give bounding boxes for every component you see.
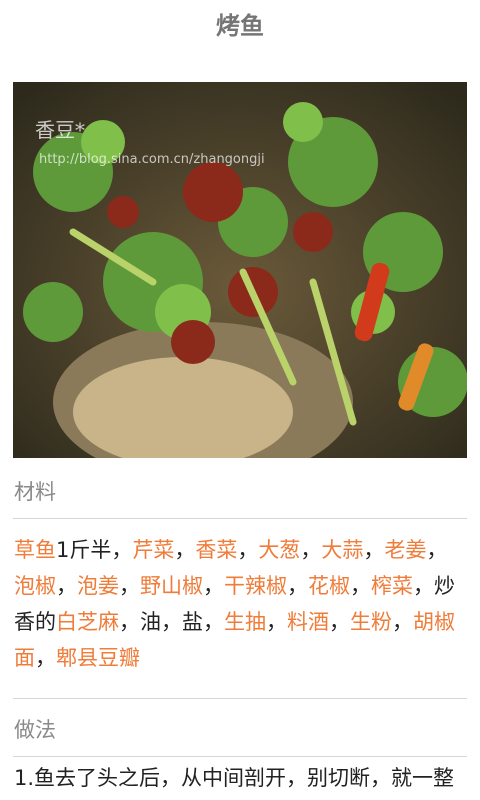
ingredient-text: ， (119, 574, 140, 598)
ingredient-text: ， (392, 610, 413, 634)
ingredient-text: ， (203, 574, 224, 598)
divider (13, 756, 467, 757)
ingredient-text: ， (237, 538, 259, 562)
ingredient-link[interactable]: 草鱼 (14, 538, 56, 562)
ingredient-link[interactable]: 白芝麻 (56, 610, 119, 634)
ingredient-text: ， (35, 646, 56, 670)
ingredient-link[interactable]: 生粉 (350, 610, 392, 634)
photo-watermark-url: http://blog.sina.com.cn/zhangongji (39, 152, 265, 167)
ingredient-text: ， (300, 538, 322, 562)
ingredient-text: 1斤半， (56, 538, 133, 562)
page-title: 烤鱼 (216, 12, 264, 40)
ingredient-text: ， (266, 610, 287, 634)
ingredient-text: ， (350, 574, 371, 598)
ingredient-text: ，油，盐， (119, 610, 224, 634)
ingredient-link[interactable]: 老姜 (384, 538, 426, 562)
ingredient-text: ， (329, 610, 350, 634)
ingredient-text: ， (426, 538, 448, 562)
ingredients-list: 草鱼1斤半，芹菜，香菜，大葱，大蒜，老姜，泡椒，泡姜，野山椒，干辣椒，花椒，榨菜… (14, 532, 468, 676)
ingredient-text: ， (363, 538, 385, 562)
ingredient-link[interactable]: 香菜 (195, 538, 237, 562)
ingredient-text: ， (56, 574, 77, 598)
photo-watermark: 香豆* (35, 118, 85, 142)
ingredient-link[interactable]: 生抽 (224, 610, 266, 634)
method-heading: 做法 (14, 718, 56, 742)
ingredient-link[interactable]: 泡姜 (77, 574, 119, 598)
ingredient-text: ， (287, 574, 308, 598)
ingredient-link[interactable]: 郫县豆瓣 (56, 646, 140, 670)
ingredient-link[interactable]: 大蒜 (321, 538, 363, 562)
divider (13, 518, 467, 519)
ingredient-link[interactable]: 榨菜 (371, 574, 413, 598)
ingredient-link[interactable]: 泡椒 (14, 574, 56, 598)
method-step-1: 1.鱼去了头之后，从中间剖开，别切断，就一整 (14, 766, 455, 790)
ingredient-link[interactable]: 料酒 (287, 610, 329, 634)
materials-heading: 材料 (14, 480, 56, 504)
ingredient-text: ， (174, 538, 196, 562)
ingredient-link[interactable]: 野山椒 (140, 574, 203, 598)
dish-photo: 香豆* http://blog.sina.com.cn/zhangongji (13, 82, 467, 458)
ingredient-link[interactable]: 大葱 (258, 538, 300, 562)
ingredient-link[interactable]: 芹菜 (132, 538, 174, 562)
divider (13, 698, 467, 699)
ingredient-link[interactable]: 花椒 (308, 574, 350, 598)
ingredient-link[interactable]: 干辣椒 (224, 574, 287, 598)
